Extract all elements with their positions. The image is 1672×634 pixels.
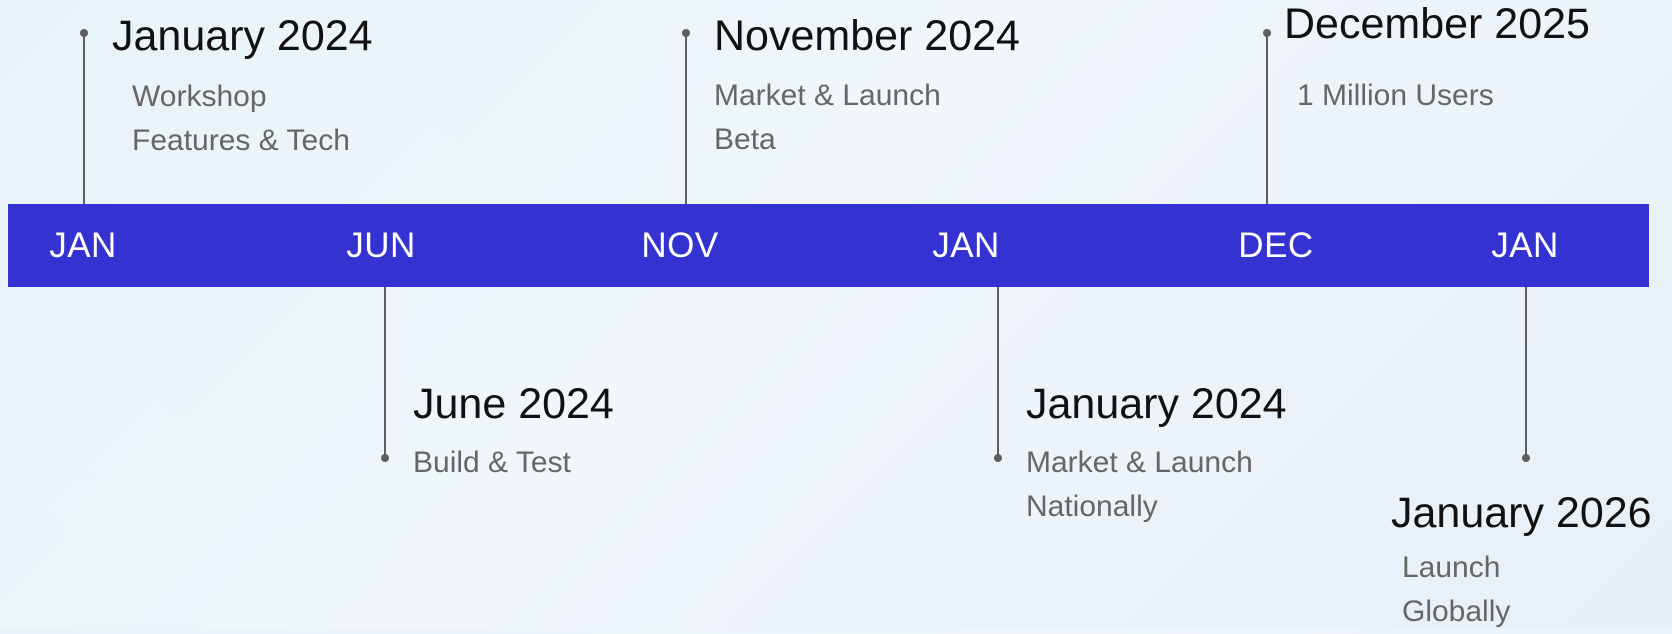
event-dot [1263, 29, 1271, 37]
event-title-nov-2024: November 2024 [714, 12, 1020, 60]
event-line: Globally [1402, 595, 1511, 628]
event-description: Build & Test [413, 441, 571, 485]
event-description: Launch Globally [1402, 546, 1510, 634]
event-title-jun-2024: June 2024 [413, 380, 614, 428]
event-connector [1266, 33, 1268, 204]
event-line: 1 Million Users [1297, 79, 1494, 112]
month-label-nov: NOV [641, 226, 719, 265]
month-label-jan-2026: JAN [1491, 226, 1559, 265]
event-dot [80, 29, 88, 37]
event-connector [384, 287, 386, 458]
event-connector [1525, 287, 1527, 458]
event-dot [381, 454, 389, 462]
event-dot [994, 454, 1002, 462]
event-line: Market & Launch [714, 79, 941, 112]
event-connector [997, 287, 999, 458]
event-connector [685, 33, 687, 204]
event-title-jan-2024: January 2024 [112, 12, 373, 60]
event-dot [1522, 454, 1530, 462]
month-label-jan-2024: JAN [49, 226, 117, 265]
event-title-jan-2026: January 2026 [1391, 489, 1652, 537]
month-label-jun: JUN [346, 226, 416, 265]
event-line: Features & Tech [132, 124, 350, 157]
month-label-dec: DEC [1238, 226, 1314, 265]
event-title-dec-2025: December 2025 [1284, 0, 1590, 48]
event-connector [83, 33, 85, 204]
event-description: Market & Launch Beta [714, 74, 941, 162]
event-dot [682, 29, 690, 37]
event-line: Beta [714, 123, 776, 156]
event-line: Market & Launch [1026, 446, 1253, 479]
timeline-bar [8, 204, 1649, 287]
event-title-jan-2024-national: January 2024 [1026, 380, 1287, 428]
month-label-jan-2025: JAN [932, 226, 1000, 265]
event-line: Build & Test [413, 446, 571, 479]
event-line: Launch [1402, 551, 1501, 584]
event-description: 1 Million Users [1297, 74, 1494, 118]
event-description: Market & Launch Nationally [1026, 441, 1253, 529]
event-line: Nationally [1026, 490, 1158, 523]
event-line: Workshop [132, 80, 267, 113]
event-description: Workshop Features & Tech [132, 75, 350, 163]
